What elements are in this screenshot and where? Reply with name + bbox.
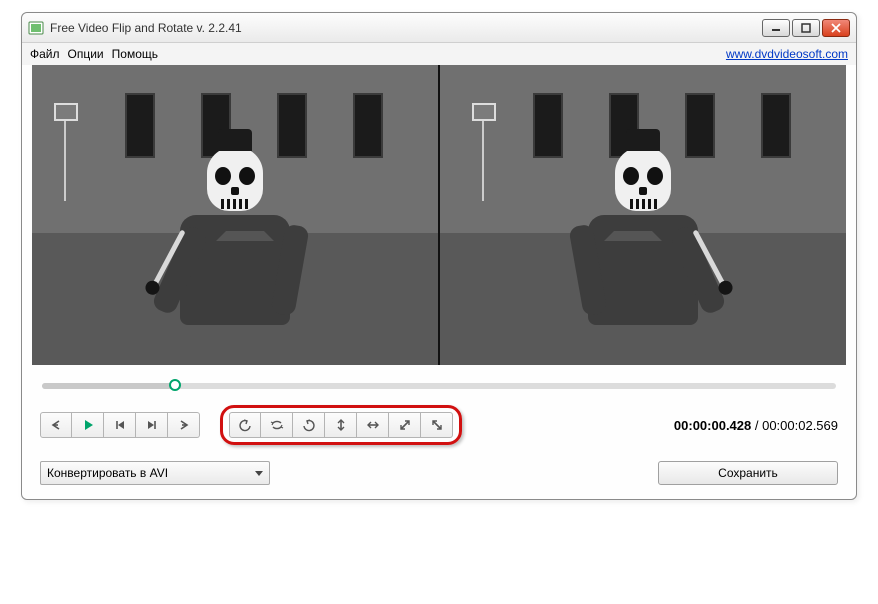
skip-forward-button[interactable] bbox=[136, 412, 168, 438]
video-preview bbox=[32, 65, 846, 365]
output-format-select[interactable]: Конвертировать в AVI bbox=[40, 461, 270, 485]
time-display: 00:00:00.428 / 00:00:02.569 bbox=[674, 418, 838, 433]
rotate-ccw-button[interactable] bbox=[229, 412, 261, 438]
next-frame-button[interactable] bbox=[168, 412, 200, 438]
play-button[interactable] bbox=[72, 412, 104, 438]
vendor-link[interactable]: www.dvdvideosoft.com bbox=[726, 47, 848, 61]
timeline-slider[interactable] bbox=[32, 365, 846, 393]
window-controls bbox=[762, 19, 850, 37]
rotate-180-button[interactable] bbox=[261, 412, 293, 438]
transform-toolbar-highlight bbox=[220, 405, 462, 445]
menu-bar: Файл Опции Помощь www.dvdvideosoft.com bbox=[22, 43, 856, 65]
time-total: 00:00:02.569 bbox=[762, 418, 838, 433]
video-original bbox=[32, 65, 438, 365]
content-area: 00:00:00.428 / 00:00:02.569 Конвертирова… bbox=[22, 65, 856, 499]
skip-back-button[interactable] bbox=[104, 412, 136, 438]
window-title: Free Video Flip and Rotate v. 2.2.41 bbox=[50, 21, 762, 35]
slider-thumb[interactable] bbox=[169, 379, 181, 391]
menu-options[interactable]: Опции bbox=[68, 47, 104, 61]
prev-frame-button[interactable] bbox=[40, 412, 72, 438]
menu-help[interactable]: Помощь bbox=[112, 47, 158, 61]
output-format-value: Конвертировать в AVI bbox=[47, 466, 168, 480]
save-button[interactable]: Сохранить bbox=[658, 461, 838, 485]
app-icon bbox=[28, 20, 44, 36]
title-bar[interactable]: Free Video Flip and Rotate v. 2.2.41 bbox=[22, 13, 856, 43]
minimize-button[interactable] bbox=[762, 19, 790, 37]
chevron-down-icon bbox=[255, 471, 263, 476]
menu-file[interactable]: Файл bbox=[30, 47, 60, 61]
rotate-cw-button[interactable] bbox=[293, 412, 325, 438]
maximize-button[interactable] bbox=[792, 19, 820, 37]
flip-diag2-button[interactable] bbox=[421, 412, 453, 438]
transform-controls bbox=[229, 412, 453, 438]
app-window: Free Video Flip and Rotate v. 2.2.41 Фай… bbox=[21, 12, 857, 500]
flip-diag1-button[interactable] bbox=[389, 412, 421, 438]
video-result bbox=[438, 65, 846, 365]
time-current: 00:00:00.428 bbox=[674, 418, 751, 433]
playback-controls bbox=[40, 412, 200, 438]
flip-horizontal-button[interactable] bbox=[357, 412, 389, 438]
flip-vertical-button[interactable] bbox=[325, 412, 357, 438]
close-button[interactable] bbox=[822, 19, 850, 37]
